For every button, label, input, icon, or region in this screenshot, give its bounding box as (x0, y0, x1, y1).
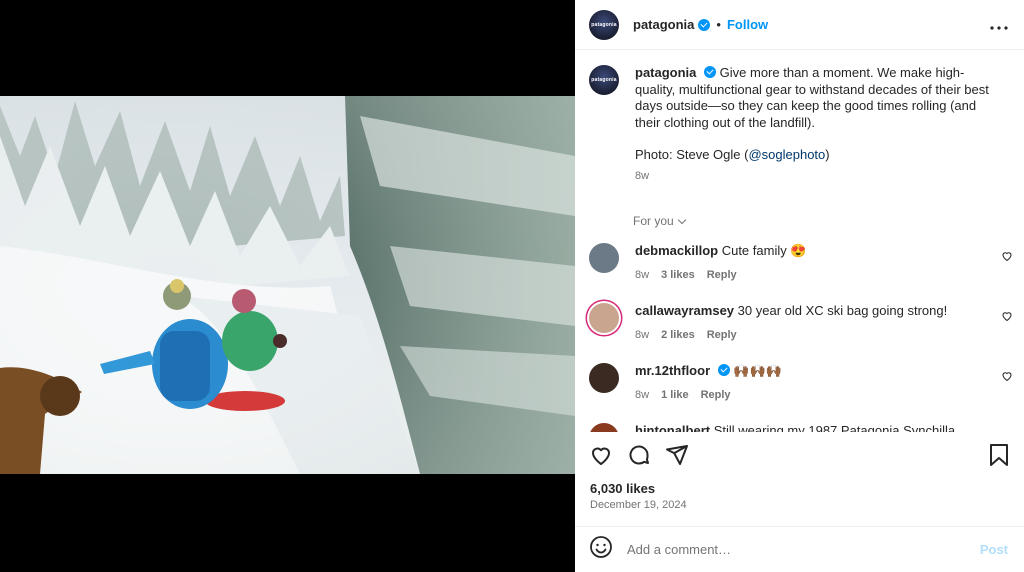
comment-likes[interactable]: 1 like (661, 387, 689, 403)
comment-time: 8w (635, 389, 650, 401)
post-date: December 19, 2024 (590, 499, 687, 511)
comment-item: callawayramsey 30 year old XC ski bag go… (575, 303, 1024, 363)
add-comment-input[interactable] (627, 542, 980, 557)
separator-dot: • (716, 17, 721, 32)
share-icon[interactable] (665, 443, 689, 472)
header-username[interactable]: patagonia (633, 17, 694, 32)
post-actions-bar (575, 440, 1024, 474)
post-photo[interactable] (0, 96, 575, 474)
comment-likes[interactable]: 2 likes (661, 327, 695, 343)
heart-icon[interactable] (1001, 249, 1013, 267)
reply-button[interactable]: Reply (701, 387, 731, 403)
comment-text: 🙌🏾🙌🏾🙌🏾 (733, 363, 782, 378)
caption-text-block: patagonia Give more than a moment. We ma… (635, 65, 995, 131)
heart-icon[interactable] (1001, 309, 1013, 327)
comments-section[interactable]: patagonia patagonia Give more than a mom… (575, 51, 1024, 432)
comment-time: 8w (635, 329, 650, 341)
caption-time: 8w (635, 169, 650, 182)
bookmark-icon[interactable] (988, 443, 1010, 472)
heart-icon[interactable] (1001, 369, 1013, 387)
reply-button[interactable]: Reply (707, 267, 737, 283)
snow-sled-photo (0, 96, 575, 474)
for-you-label: For you (633, 214, 674, 228)
verified-badge-icon (698, 18, 711, 31)
comment-username[interactable]: hintonalbert (635, 423, 710, 432)
likes-count[interactable]: 6,030 likes (590, 481, 655, 496)
comment-item: hintonalbert Still wearing my 1987 Patag… (575, 423, 1024, 432)
more-icon[interactable] (990, 14, 1008, 35)
add-comment-bar: Post (575, 526, 1024, 572)
patagonia-avatar[interactable]: patagonia (589, 9, 619, 40)
reply-button[interactable]: Reply (707, 327, 737, 343)
comment-text: Cute family 😍 (721, 243, 807, 258)
caption-avatar[interactable]: patagonia (589, 65, 619, 95)
commenter-avatar[interactable] (589, 363, 619, 393)
emoji-icon[interactable] (589, 535, 613, 564)
heart-icon[interactable] (589, 443, 613, 472)
post-header: patagonia patagonia • Follow (575, 0, 1024, 50)
post-details-panel: patagonia patagonia • Follow patagonia p… (575, 0, 1024, 572)
comment-username[interactable]: callawayramsey (635, 303, 734, 318)
photo-credit: Photo: Steve Ogle (@soglephoto) (635, 147, 995, 164)
verified-badge-icon (704, 66, 717, 78)
commenter-avatar[interactable] (589, 423, 619, 432)
avatar-logo-text: patagonia (591, 77, 617, 83)
post-caption: patagonia patagonia Give more than a mom… (575, 51, 1024, 184)
chevron-down-icon (677, 215, 686, 224)
heart-icon[interactable] (1001, 429, 1013, 432)
comment-item: mr.12thfloor 🙌🏾🙌🏾🙌🏾 8w 1 like Reply (575, 363, 1024, 423)
post-comment-button[interactable]: Post (980, 542, 1008, 557)
follow-button[interactable]: Follow (727, 17, 768, 32)
comment-icon[interactable] (627, 443, 651, 472)
media-panel (0, 0, 575, 572)
for-you-sort[interactable]: For you (633, 214, 1024, 228)
credit-suffix: ) (825, 147, 830, 162)
commenter-avatar[interactable] (589, 243, 619, 273)
credit-handle-link[interactable]: @soglephoto (748, 147, 825, 162)
comment-likes[interactable]: 3 likes (661, 267, 695, 283)
comment-text: 30 year old XC ski bag going strong! (737, 303, 948, 318)
comment-username[interactable]: mr.12thfloor (635, 363, 710, 378)
comment-username[interactable]: debmackillop (635, 243, 718, 258)
comment-time: 8w (635, 269, 650, 281)
credit-prefix: Photo: Steve Ogle ( (635, 147, 749, 162)
caption-username[interactable]: patagonia (635, 65, 696, 80)
verified-badge-icon (717, 364, 730, 376)
commenter-avatar[interactable] (589, 303, 619, 333)
comment-item: debmackillop Cute family 😍 8w 3 likes Re… (575, 243, 1024, 303)
avatar-logo-text: patagonia (591, 21, 617, 28)
